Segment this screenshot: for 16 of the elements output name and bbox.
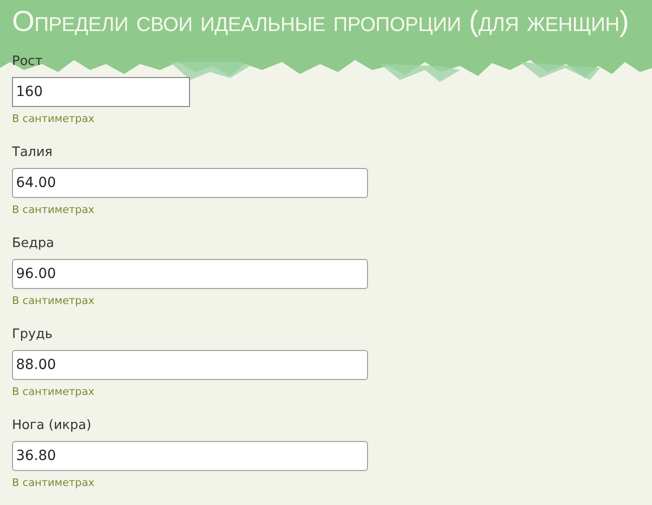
input-field[interactable]: 36.80 — [12, 441, 368, 471]
page-title: Определи свои идеальные пропорции (для женщин) — [12, 5, 630, 40]
field-label: Бедра — [12, 236, 54, 252]
input-field[interactable]: 160 — [12, 77, 190, 107]
input-field[interactable]: 64.00 — [12, 168, 368, 198]
field-hint: В сантиметрах — [12, 385, 94, 399]
field-label: Нога (икра) — [12, 418, 92, 434]
input-field[interactable]: 96.00 — [12, 259, 368, 289]
field-label: Грудь — [12, 327, 53, 343]
field-label: Талия — [12, 145, 52, 161]
field-hint: В сантиметрах — [12, 112, 94, 126]
field-hint: В сантиметрах — [12, 294, 94, 308]
field-hint: В сантиметрах — [12, 476, 94, 490]
field-label: Рост — [12, 54, 43, 70]
field-hint: В сантиметрах — [12, 203, 94, 217]
input-field[interactable]: 88.00 — [12, 350, 368, 380]
